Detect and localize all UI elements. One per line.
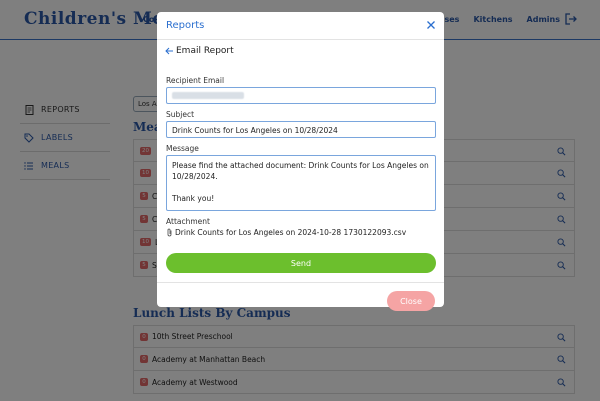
arrow-left-icon xyxy=(165,47,173,55)
back-link[interactable]: Email Report xyxy=(165,46,234,56)
modal-header: Reports xyxy=(157,12,444,40)
attachment-label: Attachment xyxy=(166,217,210,226)
close-button[interactable]: Close xyxy=(387,291,435,311)
close-icon[interactable] xyxy=(426,20,436,30)
send-button[interactable]: Send xyxy=(166,253,436,273)
paperclip-icon xyxy=(167,228,172,237)
modal-title: Reports xyxy=(166,20,205,31)
message-line: Thank you! xyxy=(172,194,215,203)
redacted-email xyxy=(172,92,244,99)
message-line: 10/28/2024. xyxy=(172,172,218,181)
subject-field[interactable]: Drink Counts for Los Angeles on 10/28/20… xyxy=(166,121,436,138)
recipient-email-label: Recipient Email xyxy=(166,76,225,85)
recipient-email-field[interactable] xyxy=(166,87,436,104)
attachment-item[interactable]: Drink Counts for Los Angeles on 2024-10-… xyxy=(166,228,406,237)
email-report-modal: Reports Email Report Recipient Email Sub… xyxy=(157,12,444,311)
email-report-heading: Email Report xyxy=(176,46,234,56)
subject-label: Subject xyxy=(166,110,195,119)
attachment-filename: Drink Counts for Los Angeles on 2024-10-… xyxy=(175,228,407,237)
message-line: Please find the attached document: Drink… xyxy=(172,161,429,170)
modal-footer-divider xyxy=(157,282,444,283)
message-field[interactable]: Please find the attached document: Drink… xyxy=(166,155,436,211)
message-label: Message xyxy=(166,144,199,153)
